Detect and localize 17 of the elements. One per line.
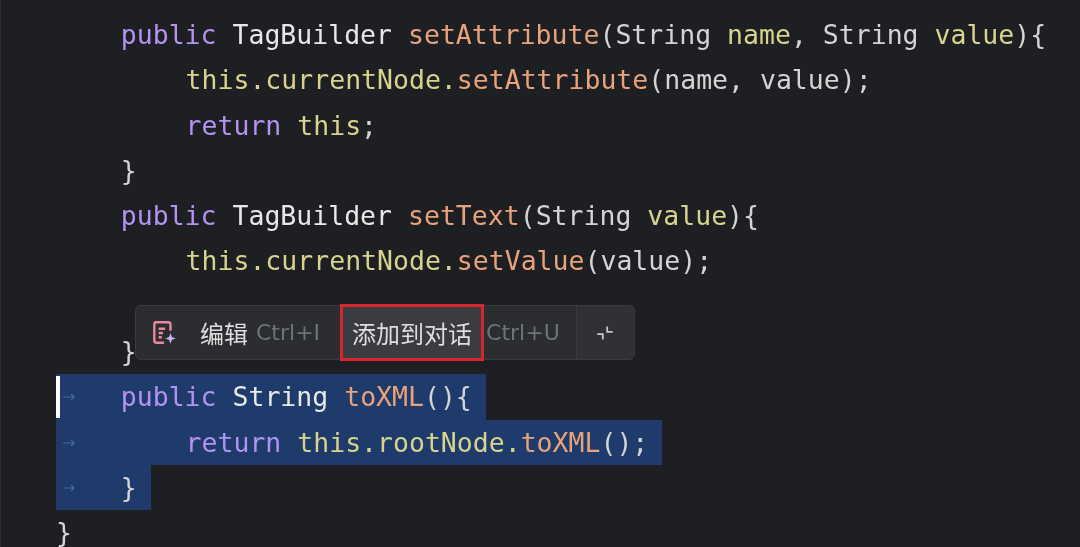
code-line: this.currentNode.setAttribute(name, value); [184,63,873,98]
tab-arrow-icon [62,482,76,493]
shortcut-hint: Ctrl+U [485,320,561,345]
code-line: } [119,335,138,369]
code-line: return this; [184,108,379,143]
toolbar-action[interactable]: 添加到对话 [342,306,483,359]
code-line: public TagBuilder setAttribute(String name, String value){ [119,17,1048,52]
tab-arrow-icon [62,392,76,403]
code-line: } [56,516,73,547]
toolbar-action[interactable]: 编辑 [188,306,252,359]
code-line: this.currentNode.setValue(value); [184,244,714,279]
tab-arrow-icon [62,437,76,448]
code-line: public TagBuilder setText(String value){ [119,199,760,234]
collapse-button[interactable] [575,306,634,359]
shortcut-hint: Ctrl+I [255,320,322,345]
code-line: } [119,153,138,188]
document-sparkle-icon [150,318,178,347]
